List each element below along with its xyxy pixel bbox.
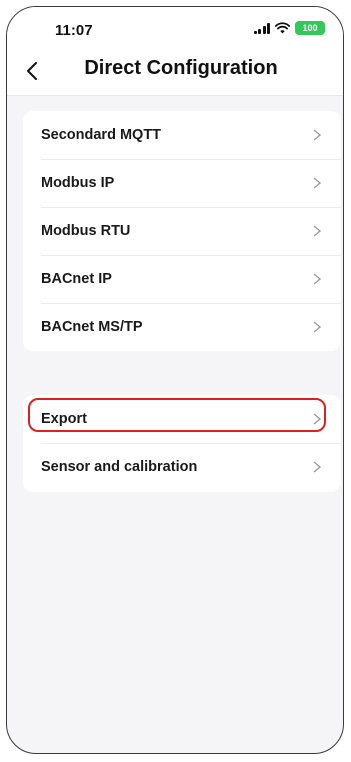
list-item-label: Sensor and calibration	[41, 459, 198, 475]
chevron-right-icon	[313, 273, 322, 285]
list-item-label: Modbus IP	[41, 175, 115, 191]
settings-group-tools: Export Sensor and calibration	[23, 395, 341, 492]
header-divider	[7, 95, 343, 96]
battery-icon: 100	[295, 21, 325, 35]
phone-frame: 11:07 100 Direct Configuration Secondard…	[6, 6, 344, 754]
chevron-right-icon	[313, 321, 322, 333]
chevron-right-icon	[313, 413, 322, 425]
page-title: Direct Configuration	[84, 57, 278, 79]
wifi-icon	[275, 22, 290, 34]
status-time: 11:07	[55, 22, 93, 39]
list-item-bacnet-ip[interactable]: BACnet IP	[23, 255, 341, 303]
list-item-label: BACnet MS/TP	[41, 319, 143, 335]
list-item-modbus-rtu[interactable]: Modbus RTU	[23, 207, 341, 255]
chevron-right-icon	[313, 129, 322, 141]
status-icons: 100	[253, 21, 325, 35]
list-item-label: Modbus RTU	[41, 223, 131, 239]
top-bar: 11:07 100 Direct Configuration	[7, 7, 343, 95]
list-item-label: Secondard MQTT	[41, 127, 162, 143]
list-item-sensor-calibration[interactable]: Sensor and calibration	[23, 443, 341, 491]
list-item-modbus-ip[interactable]: Modbus IP	[23, 159, 341, 207]
chevron-right-icon	[313, 225, 322, 237]
list-item-export[interactable]: Export	[23, 395, 341, 443]
chevron-right-icon	[313, 461, 322, 473]
list-item-secondard-mqtt[interactable]: Secondard MQTT	[23, 111, 341, 159]
chevron-right-icon	[313, 177, 322, 189]
cellular-signal-icon	[253, 22, 270, 34]
settings-group-protocols: Secondard MQTT Modbus IP Modbus RTU BACn…	[23, 111, 341, 351]
list-item-bacnet-mstp[interactable]: BACnet MS/TP	[23, 303, 341, 351]
list-item-label: Export	[41, 411, 87, 427]
list-item-label: BACnet IP	[41, 271, 112, 287]
